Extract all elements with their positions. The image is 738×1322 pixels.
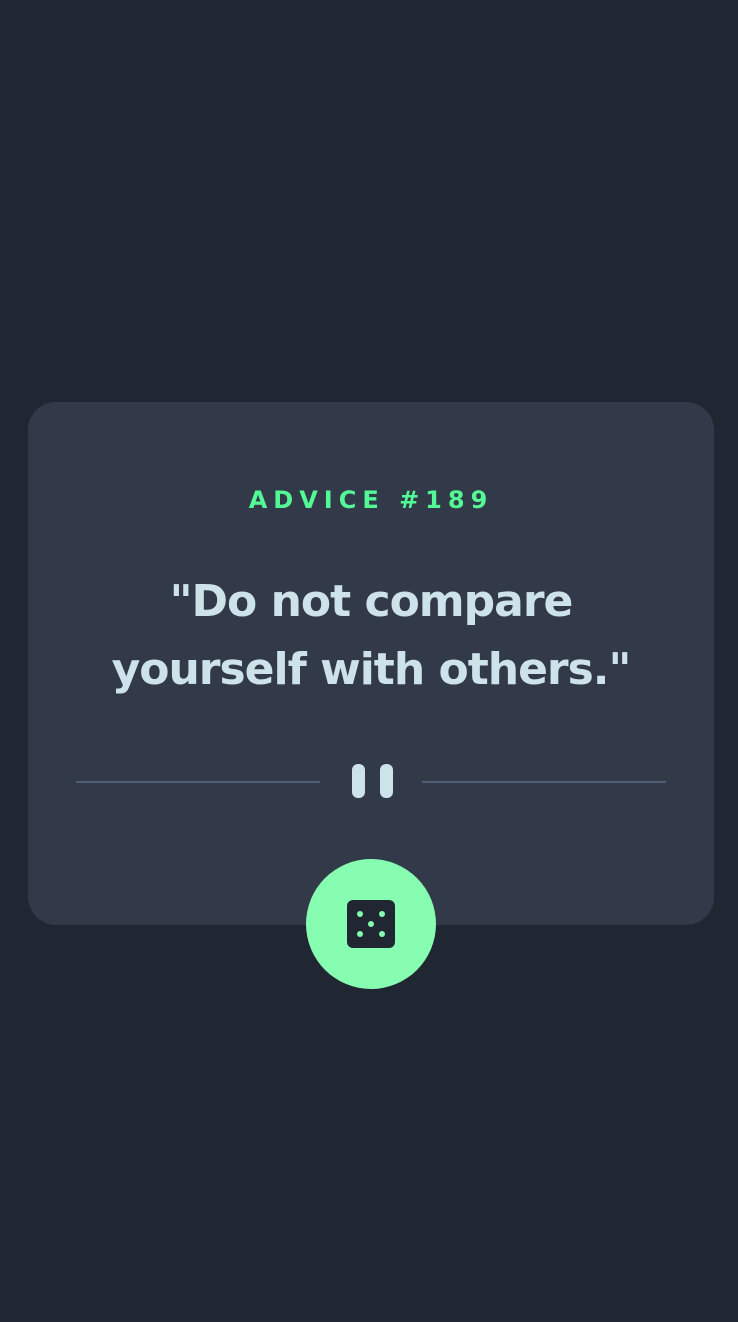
divider-line-left: [76, 781, 320, 783]
pause-icon: [352, 764, 394, 798]
advice-quote: "Do not compare yourself with others.": [111, 576, 632, 695]
advice-number: ADVICE #189: [248, 486, 494, 514]
dice-button[interactable]: [306, 859, 436, 989]
divider-line-right: [422, 781, 666, 783]
pattern-divider: [76, 764, 666, 798]
advice-card: ADVICE #189 "Do not compare yourself wit…: [28, 402, 714, 925]
dice-icon: [347, 900, 395, 948]
